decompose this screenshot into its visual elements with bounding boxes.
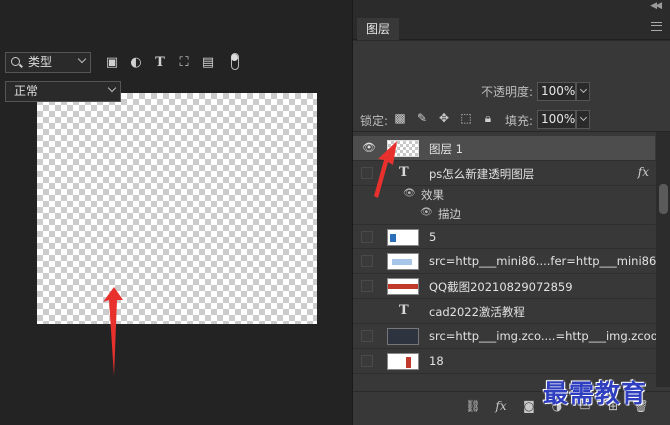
layer-name: QQ截图20210829072859 xyxy=(429,280,573,294)
layers-scrollbar[interactable] xyxy=(656,132,670,387)
layer-name: cad2022激活教程 xyxy=(429,305,525,319)
chevron-down-icon xyxy=(107,83,117,93)
visibility-box[interactable] xyxy=(361,231,373,243)
layer-row-src-zcool[interactable]: src=http___img.zco....=http___img.zcool xyxy=(353,324,661,349)
layer-row-cad2022[interactable]: T cad2022激活教程 xyxy=(353,299,655,324)
effects-label: 效果 xyxy=(421,188,444,202)
link-layers-icon[interactable]: ⛓ xyxy=(465,398,481,414)
fx-icon[interactable]: fx xyxy=(638,165,649,179)
effects-row[interactable]: 👁︎ 效果 xyxy=(353,185,655,205)
visibility-box[interactable] xyxy=(361,280,373,292)
chevron-down-icon xyxy=(77,54,87,64)
text-layer-icon: T xyxy=(399,165,409,180)
shape-filter-icon[interactable]: ⛶ xyxy=(176,55,192,71)
blend-mode-select[interactable]: 正常 xyxy=(5,81,121,102)
layer-name: src=http___mini86....fer=http___mini86 xyxy=(429,254,657,268)
layer-thumbnail xyxy=(387,328,419,345)
eye-icon[interactable]: 👁︎ xyxy=(403,188,416,199)
divider xyxy=(353,131,670,132)
blend-mode-value: 正常 xyxy=(14,84,39,98)
watermark-logo: 最需教育 xyxy=(543,379,648,408)
text-filter-icon[interactable]: T xyxy=(152,55,168,71)
eye-icon[interactable]: 👁︎ xyxy=(362,142,376,154)
stroke-effect-row[interactable]: 👁︎ 描边 xyxy=(353,204,655,224)
visibility-box[interactable] xyxy=(361,255,373,267)
layer-name: src=http___img.zco....=http___img.zcool xyxy=(429,329,661,343)
stroke-effect-label: 描边 xyxy=(438,207,461,221)
pixel-filter-icon[interactable]: ▣ xyxy=(104,55,120,71)
layer-thumbnail xyxy=(387,278,419,295)
layer-thumbnail xyxy=(387,253,419,270)
layer-thumbnail xyxy=(387,229,419,246)
visibility-box[interactable] xyxy=(361,355,373,367)
add-mask-icon[interactable]: ◙ xyxy=(521,398,537,414)
layer-name: ps怎么新建透明图层 xyxy=(429,167,535,181)
scroll-thumb[interactable] xyxy=(659,184,668,214)
filter-toggle-switch[interactable] xyxy=(231,53,239,70)
layer-row-src-mini86[interactable]: src=http___mini86....fer=http___mini86 xyxy=(353,249,657,274)
filter-icons: ▣ ◐ T ⛶ ▤ xyxy=(104,54,216,72)
layer-filter-select[interactable]: 类型 xyxy=(5,52,91,73)
visibility-box[interactable] xyxy=(361,330,373,342)
layer-thumbnail xyxy=(387,140,419,157)
visibility-box[interactable] xyxy=(361,167,373,179)
smart-object-filter-icon[interactable]: ▤ xyxy=(200,55,216,71)
filter-kind-label: 类型 xyxy=(28,55,53,69)
add-layer-style-icon[interactable]: fx xyxy=(493,398,509,414)
layer-row-text[interactable]: T ps怎么新建透明图层 fx xyxy=(353,161,655,186)
layer-name: 图层 1 xyxy=(429,142,463,156)
layers-list-region: 👁︎ 图层 1 T ps怎么新建透明图层 fx 👁︎ 效果 👁︎ 描边 5 sr… xyxy=(353,0,670,425)
layer-row-qq-screenshot[interactable]: QQ截图20210829072859 xyxy=(353,274,655,299)
layer-row-layer1[interactable]: 👁︎ 图层 1 xyxy=(353,136,655,161)
layer-row-5[interactable]: 5 xyxy=(353,224,655,249)
adjustment-filter-icon[interactable]: ◐ xyxy=(128,55,144,71)
search-icon xyxy=(11,57,20,66)
layer-name: 5 xyxy=(429,230,437,244)
layer-name: 18 xyxy=(429,354,444,368)
transparent-document-canvas[interactable] xyxy=(37,93,317,324)
text-layer-icon: T xyxy=(399,303,409,318)
eye-icon[interactable]: 👁︎ xyxy=(420,207,433,218)
layer-thumbnail xyxy=(387,353,419,370)
layer-row-18[interactable]: 18 xyxy=(353,349,655,374)
